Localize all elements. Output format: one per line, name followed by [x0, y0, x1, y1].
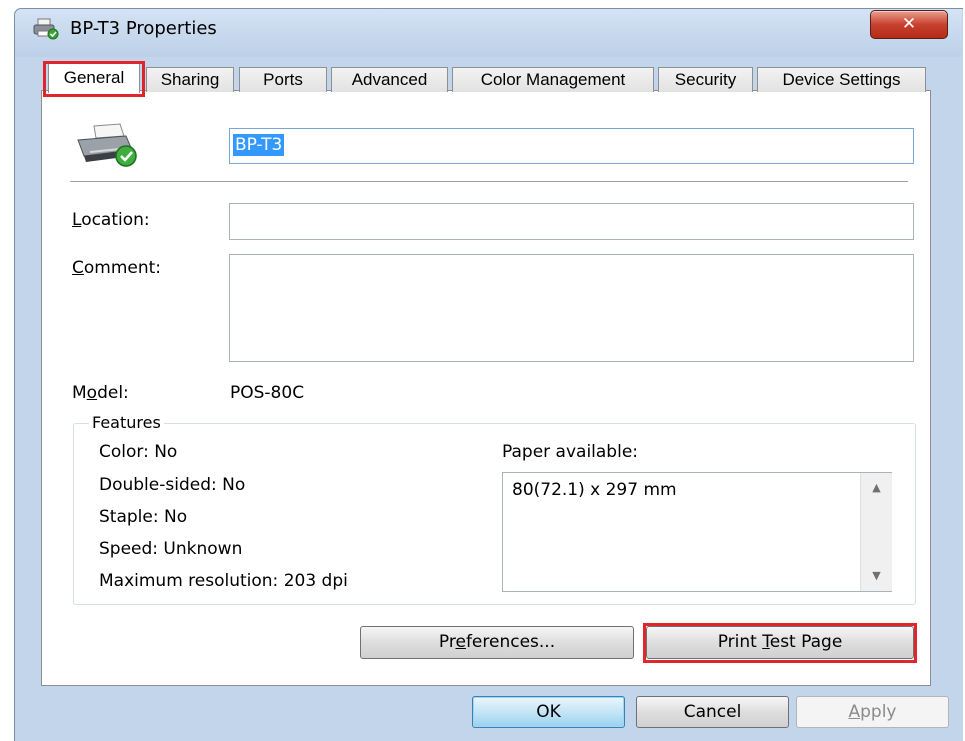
- preferences-button[interactable]: Preferences...: [360, 626, 634, 659]
- feature-double-sided: Double-sided: No: [99, 475, 246, 495]
- features-legend: Features: [89, 413, 164, 432]
- model-label: Model:: [72, 383, 129, 403]
- comment-label: Comment:: [72, 258, 162, 278]
- paper-available-list[interactable]: 80(72.1) x 297 mm: [502, 472, 892, 592]
- tab-color-management[interactable]: Color Management: [452, 67, 654, 92]
- printer-name-input[interactable]: [229, 128, 914, 164]
- location-input[interactable]: [229, 203, 914, 240]
- tab-security[interactable]: Security: [658, 67, 753, 92]
- feature-color: Color: No: [99, 442, 178, 462]
- tab-advanced[interactable]: Advanced: [331, 67, 448, 92]
- close-button[interactable]: ✕: [870, 10, 948, 39]
- printer-name-selection[interactable]: BP-T3: [233, 134, 285, 156]
- paper-available-label: Paper available:: [502, 442, 639, 462]
- comment-textarea[interactable]: [229, 254, 914, 362]
- printer-ready-icon: [70, 122, 146, 170]
- model-value: POS-80C: [230, 383, 305, 403]
- scroll-up-icon[interactable]: ▲: [861, 481, 892, 494]
- tab-ports[interactable]: Ports: [239, 67, 327, 92]
- paper-list-scrollbar[interactable]: ▲ ▼: [860, 473, 892, 591]
- tab-general[interactable]: General: [48, 63, 140, 93]
- feature-staple: Staple: No: [99, 507, 188, 527]
- ok-button[interactable]: OK: [472, 696, 625, 728]
- scroll-down-icon[interactable]: ▼: [861, 569, 892, 582]
- cancel-button[interactable]: Cancel: [636, 696, 789, 728]
- list-item[interactable]: 80(72.1) x 297 mm: [512, 480, 677, 500]
- window-title: BP-T3 Properties: [70, 18, 217, 39]
- close-icon: ✕: [901, 14, 917, 34]
- separator: [70, 181, 908, 182]
- printer-title-icon: [32, 18, 60, 40]
- feature-max-resolution: Maximum resolution: 203 dpi: [99, 571, 348, 591]
- feature-speed: Speed: Unknown: [99, 539, 243, 559]
- location-label: Location:: [72, 210, 150, 230]
- tab-device-settings[interactable]: Device Settings: [757, 67, 926, 92]
- tab-sharing[interactable]: Sharing: [146, 67, 234, 92]
- print-test-page-button[interactable]: Print Test Page: [646, 626, 914, 659]
- apply-button[interactable]: Apply: [796, 696, 949, 728]
